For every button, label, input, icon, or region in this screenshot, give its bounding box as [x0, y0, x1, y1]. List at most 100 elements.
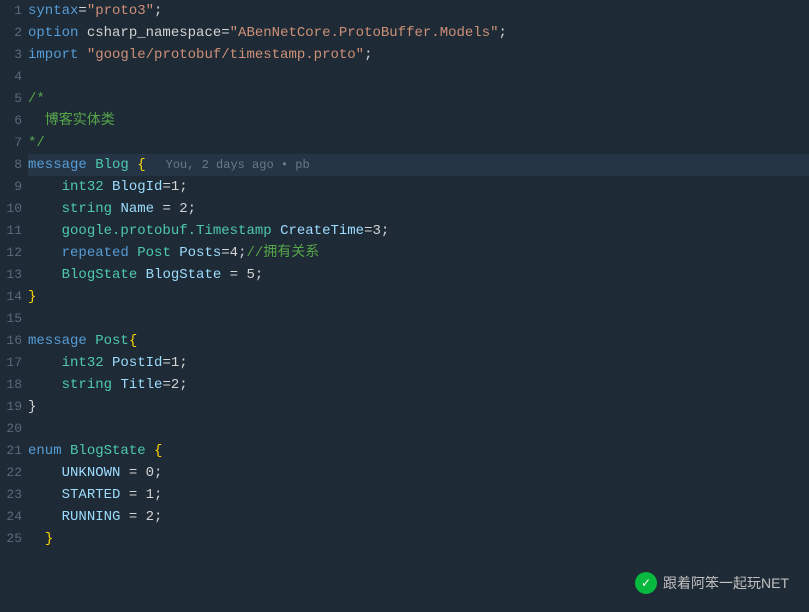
token-plain — [28, 267, 62, 283]
line-number: 15 — [0, 308, 28, 330]
token-kw2: string — [62, 377, 112, 393]
token-cn: BlogState — [62, 267, 138, 283]
token-kw2: int32 — [62, 355, 104, 371]
token-plain — [28, 245, 62, 261]
token-str: "google/protobuf/timestamp.proto" — [87, 47, 364, 63]
code-line: message Post{ — [28, 330, 809, 352]
token-plain: =4; — [221, 245, 246, 261]
code-line: } — [28, 396, 809, 418]
code-line: BlogState BlogState = 5; — [28, 264, 809, 286]
code-line: int32 BlogId=1; — [28, 176, 809, 198]
token-comment: //拥有关系 — [246, 245, 319, 261]
code-line: STARTED = 1; — [28, 484, 809, 506]
token-plain — [28, 377, 62, 393]
token-kw2: int32 — [62, 179, 104, 195]
token-plain — [62, 443, 70, 459]
line-number: 12 — [0, 242, 28, 264]
token-plain: =1; — [162, 355, 187, 371]
token-cn: Post — [95, 333, 129, 349]
line-number: 22 — [0, 462, 28, 484]
code-line — [28, 308, 809, 330]
token-plain — [87, 333, 95, 349]
token-plain — [137, 267, 145, 283]
line-number: 2 — [0, 22, 28, 44]
token-bracket: { — [137, 157, 145, 173]
code-content: 1234567891011121314151617181920212223242… — [0, 0, 809, 612]
line-number: 1 — [0, 0, 28, 22]
token-plain: ; — [499, 25, 507, 41]
code-line: */ — [28, 132, 809, 154]
code-line: } — [28, 528, 809, 550]
code-line: repeated Post Posts=4;//拥有关系 — [28, 242, 809, 264]
token-plain — [146, 443, 154, 459]
line-number: 11 — [0, 220, 28, 242]
token-kw: option — [28, 25, 78, 41]
watermark: ✓ 跟着阿笨一起玩NET — [635, 572, 789, 594]
token-kw: enum — [28, 443, 62, 459]
token-plain — [104, 179, 112, 195]
code-line: string Title=2; — [28, 374, 809, 396]
token-kw: repeated — [62, 245, 129, 261]
token-plain: =2; — [162, 377, 187, 393]
code-line: int32 PostId=1; — [28, 352, 809, 374]
token-field: PostId — [112, 355, 162, 371]
line-number: 24 — [0, 506, 28, 528]
token-plain: = 1; — [120, 487, 162, 503]
token-plain — [87, 157, 95, 173]
line-number: 21 — [0, 440, 28, 462]
line-number: 3 — [0, 44, 28, 66]
token-plain — [28, 465, 62, 481]
token-plain: =3; — [364, 223, 389, 239]
line-number: 6 — [0, 110, 28, 132]
token-plain — [129, 157, 137, 173]
token-cn: BlogState — [70, 443, 146, 459]
watermark-text: 跟着阿笨一起玩NET — [663, 573, 789, 593]
line-numbers: 1234567891011121314151617181920212223242… — [0, 0, 28, 612]
token-plain: } — [28, 399, 36, 415]
token-plain — [28, 509, 62, 525]
line-number: 20 — [0, 418, 28, 440]
token-field: Posts — [179, 245, 221, 261]
line-number: 19 — [0, 396, 28, 418]
token-plain — [272, 223, 280, 239]
code-line: message Blog {You, 2 days ago • pb — [28, 154, 809, 176]
line-number: 13 — [0, 264, 28, 286]
token-plain: = 5; — [221, 267, 263, 283]
token-plain: ; — [154, 3, 162, 19]
line-number: 16 — [0, 330, 28, 352]
token-comment: */ — [28, 135, 45, 151]
token-field: BlogState — [146, 267, 222, 283]
line-number: 4 — [0, 66, 28, 88]
token-field: Name — [120, 201, 154, 217]
token-plain — [28, 355, 62, 371]
token-kw: message — [28, 157, 87, 173]
code-line: /* — [28, 88, 809, 110]
token-plain: =1; — [162, 179, 187, 195]
code-line: RUNNING = 2; — [28, 506, 809, 528]
git-info: You, 2 days ago • pb — [166, 158, 310, 172]
token-plain — [78, 47, 86, 63]
token-kw2: google.protobuf.Timestamp — [62, 223, 272, 239]
line-number: 17 — [0, 352, 28, 374]
token-kw2: string — [62, 201, 112, 217]
line-number: 23 — [0, 484, 28, 506]
token-plain — [28, 201, 62, 217]
token-str: "ABenNetCore.ProtoBuffer.Models" — [230, 25, 499, 41]
code-editor: 1234567891011121314151617181920212223242… — [0, 0, 809, 612]
token-comment: 博客实体类 — [28, 113, 115, 129]
line-number: 25 — [0, 528, 28, 550]
token-plain: ; — [364, 47, 372, 63]
code-line: import "google/protobuf/timestamp.proto"… — [28, 44, 809, 66]
token-bracket: { — [129, 333, 137, 349]
token-plain — [28, 223, 62, 239]
token-plain — [129, 245, 137, 261]
token-field: UNKNOWN — [62, 465, 121, 481]
wechat-icon: ✓ — [635, 572, 657, 594]
token-plain — [104, 355, 112, 371]
code-line: enum BlogState { — [28, 440, 809, 462]
token-kw: import — [28, 47, 78, 63]
code-line: google.protobuf.Timestamp CreateTime=3; — [28, 220, 809, 242]
code-line: 博客实体类 — [28, 110, 809, 132]
token-bracket: { — [154, 443, 162, 459]
token-plain: csharp_namespace= — [78, 25, 229, 41]
